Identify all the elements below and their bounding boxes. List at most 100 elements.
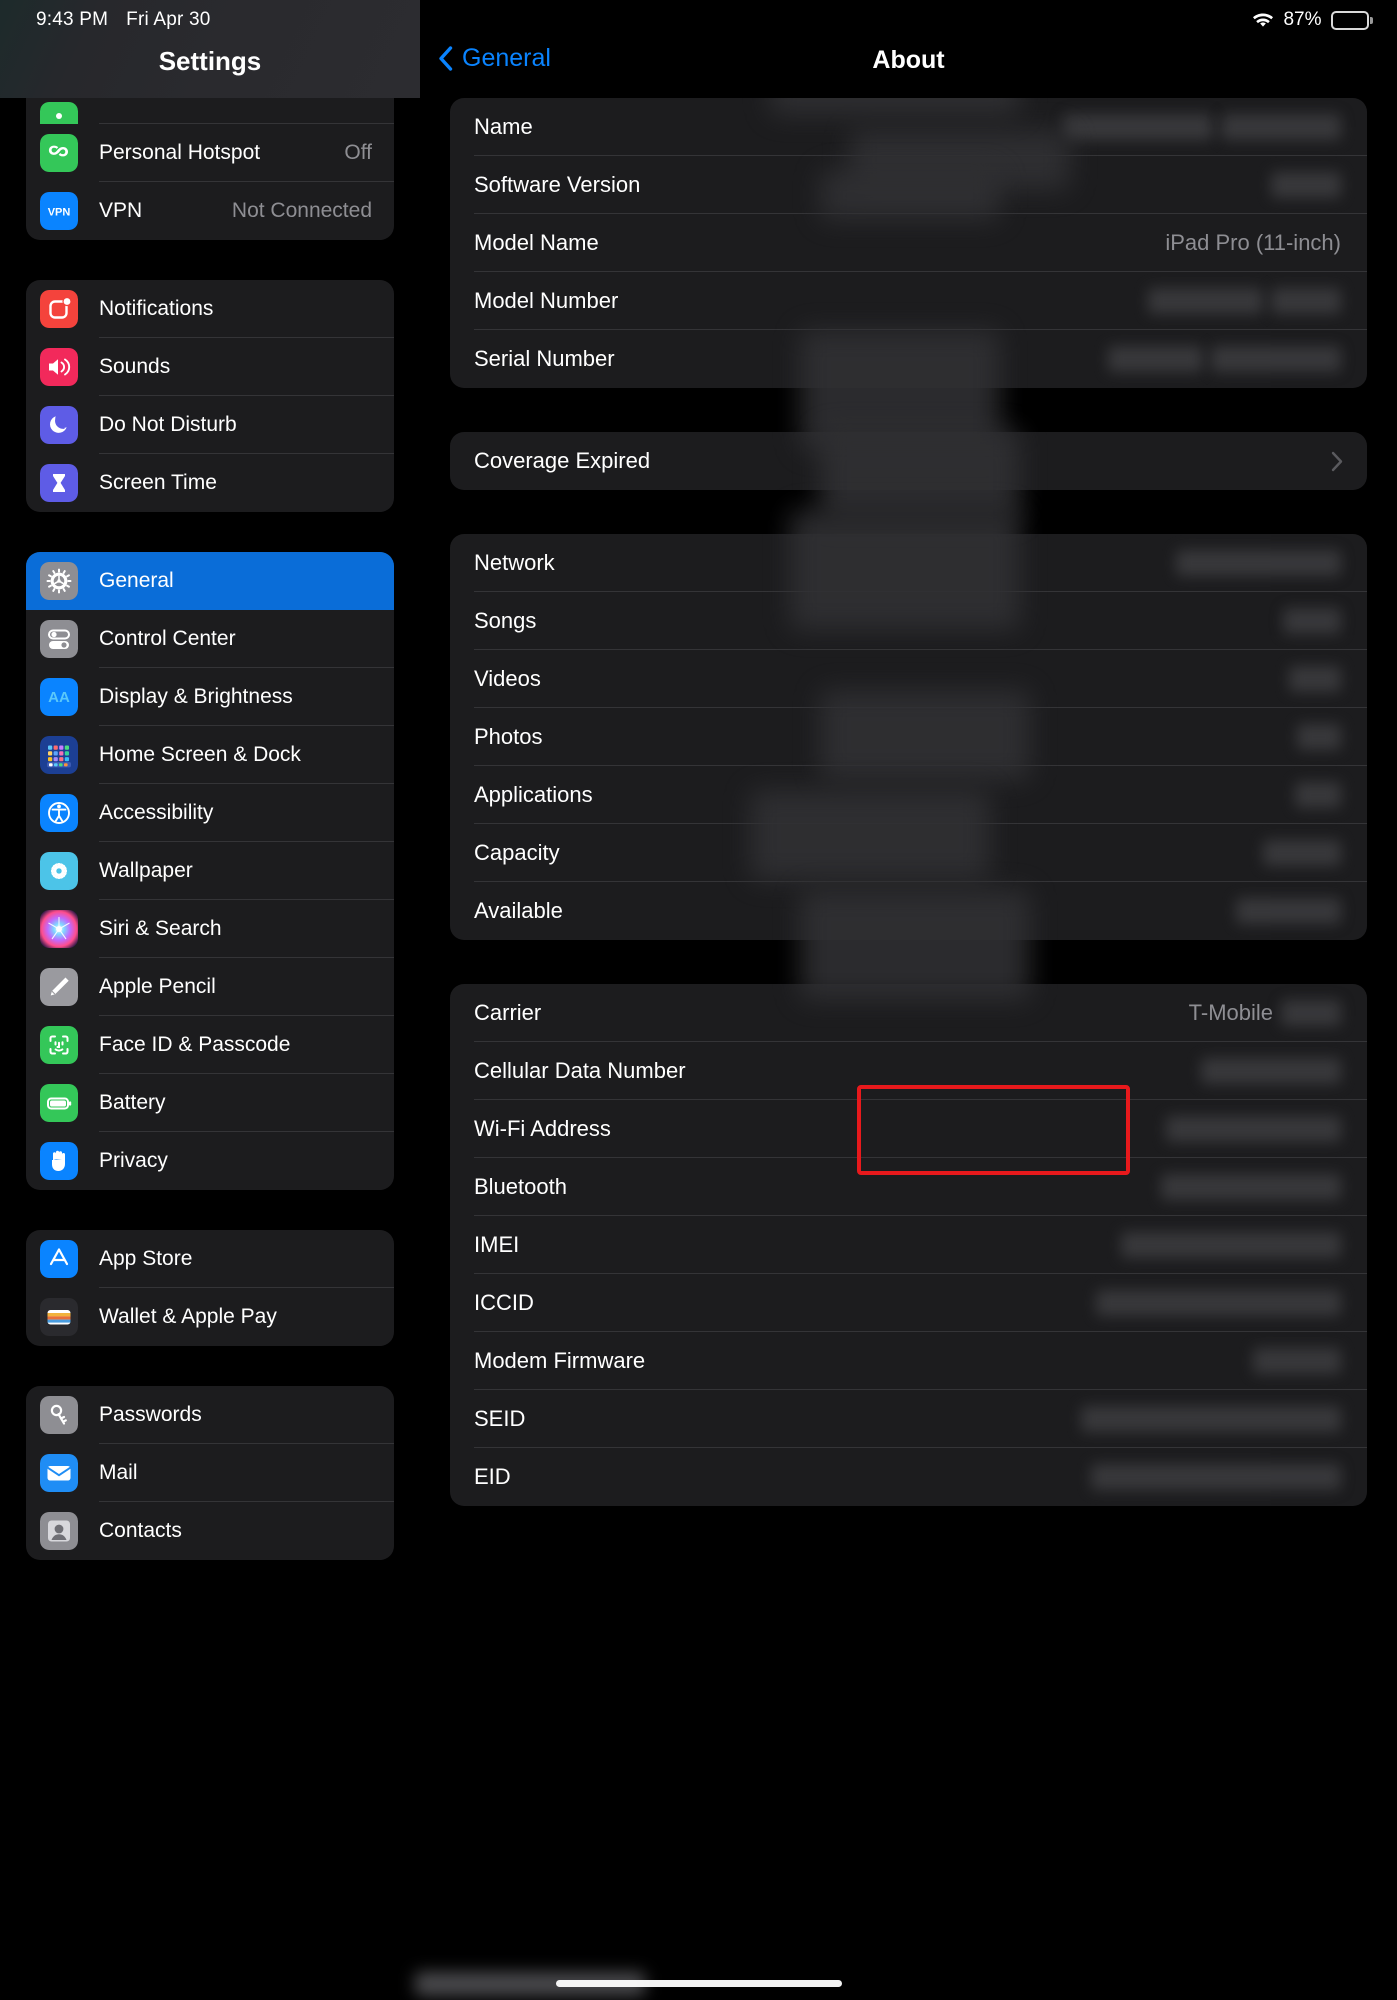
sidebar-item-label: Screen Time [99, 471, 217, 494]
sidebar-item-passwords[interactable]: Passwords [26, 1386, 394, 1444]
about-row-label: Carrier [474, 1000, 542, 1025]
about-row-value [1121, 1232, 1343, 1258]
sidebar-item-label: Contacts [99, 1519, 182, 1542]
about-list-scroll-area[interactable]: Name Software Version Model Name iPad Pro (… [420, 0, 1397, 1506]
sidebar-item-label: Sounds [99, 355, 171, 378]
sounds-icon [40, 348, 78, 386]
about-row-videos[interactable]: Videos [450, 650, 1367, 708]
sidebar-item-apple-pencil[interactable]: Apple Pencil [26, 958, 394, 1016]
about-row-available[interactable]: Available [450, 882, 1367, 940]
about-row-value [1297, 724, 1343, 750]
about-row-label: EID [474, 1464, 511, 1489]
passwords-icon [40, 1396, 78, 1434]
sidebar-item-label: Control Center [99, 627, 236, 650]
about-row-seid[interactable]: SEID [450, 1390, 1367, 1448]
sidebar-item-label: Mail [99, 1461, 138, 1484]
about-row-eid[interactable]: EID [450, 1448, 1367, 1506]
redacted-value [1281, 1000, 1341, 1026]
sidebar-item-wallet-apple-pay[interactable]: Wallet & Apple Pay [26, 1288, 394, 1346]
about-row-serial-number[interactable]: Serial Number [450, 330, 1367, 388]
sidebar-item-label: Battery [99, 1091, 166, 1114]
about-row-iccid[interactable]: ICCID [450, 1274, 1367, 1332]
sidebar-item-label: Home Screen & Dock [99, 743, 301, 766]
redacted-value [1295, 782, 1341, 808]
sidebar-item-do-not-disturb[interactable]: Do Not Disturb [26, 396, 394, 454]
wallet-icon [40, 1298, 78, 1336]
about-row-carrier[interactable]: Carrier T-Mobile [450, 984, 1367, 1042]
contacts-icon [40, 1512, 78, 1550]
sidebar-item-label: Wallet & Apple Pay [99, 1305, 277, 1328]
redacted-value [1283, 608, 1341, 634]
sidebar-scroll-area[interactable]: Personal Hotspot Off VPN VPN Not Connected No… [0, 0, 420, 2000]
sidebar-item-siri-search[interactable]: Siri & Search [26, 900, 394, 958]
about-row-capacity[interactable]: Capacity [450, 824, 1367, 882]
sidebar-item-label: Siri & Search [99, 917, 222, 940]
sidebar-item-label: Personal Hotspot [99, 141, 261, 164]
about-row-name[interactable]: Name [450, 98, 1367, 156]
about-row-cellular-data-number[interactable]: Cellular Data Number [450, 1042, 1367, 1100]
about-row-value: iPad Pro (11-inch) [1165, 230, 1343, 256]
sidebar-item-personal-hotspot[interactable]: Personal Hotspot Off [26, 124, 394, 182]
redacted-value [1121, 1232, 1341, 1258]
sidebar-item-app-store[interactable]: App Store [26, 1230, 394, 1288]
about-row-model-name[interactable]: Model Name iPad Pro (11-inch) [450, 214, 1367, 272]
about-row-value [1081, 1406, 1343, 1432]
about-row-modem-firmware[interactable]: Modem Firmware [450, 1332, 1367, 1390]
sidebar-item-face-id-passcode[interactable]: Face ID & Passcode [26, 1016, 394, 1074]
redacted-value [1176, 550, 1341, 576]
sidebar-item-general[interactable]: General [26, 552, 394, 610]
about-row-label: Applications [474, 782, 593, 807]
screen-time-icon [40, 464, 78, 502]
face-id-icon [40, 1026, 78, 1064]
gear-icon [40, 562, 78, 600]
display-brightness-icon: AA [40, 678, 78, 716]
sidebar-item-notifications[interactable]: Notifications [26, 280, 394, 338]
control-center-icon [40, 620, 78, 658]
about-group-coverage: Coverage Expired [450, 432, 1367, 490]
redacted-value [1236, 898, 1341, 924]
about-row-label: Software Version [474, 172, 641, 197]
sidebar-item-screen-time[interactable]: Screen Time [26, 454, 394, 512]
about-row-value [1166, 1116, 1343, 1142]
app-store-icon [40, 1240, 78, 1278]
about-row-imei[interactable]: IMEI [450, 1216, 1367, 1274]
sidebar-item-battery[interactable]: Battery [26, 1074, 394, 1132]
wallpaper-icon [40, 852, 78, 890]
about-group-storage-media: Network Songs Videos Photos Applications Capa… [450, 534, 1367, 940]
sidebar-item-home-screen-dock[interactable]: Home Screen & Dock [26, 726, 394, 784]
sidebar-item-sounds[interactable]: Sounds [26, 338, 394, 396]
about-row-label: Capacity [474, 840, 560, 865]
home-indicator[interactable] [0, 1980, 1397, 1987]
redacted-value [1063, 114, 1213, 140]
redacted-value [1271, 172, 1341, 198]
about-row-value [1283, 608, 1343, 634]
about-row-coverage-expired[interactable]: Coverage Expired [450, 432, 1367, 490]
redacted-value [1289, 666, 1341, 692]
about-row-label: SEID [474, 1406, 526, 1431]
about-row-label: Serial Number [474, 346, 615, 371]
about-row-model-number[interactable]: Model Number [450, 272, 1367, 330]
battery-settings-icon [40, 1084, 78, 1122]
sidebar-item-display-brightness[interactable]: AA Display & Brightness [26, 668, 394, 726]
sidebar-item-contacts[interactable]: Contacts [26, 1502, 394, 1560]
sidebar-item-vpn[interactable]: VPN VPN Not Connected [26, 182, 394, 240]
about-row-applications[interactable]: Applications [450, 766, 1367, 824]
sidebar-item-control-center[interactable]: Control Center [26, 610, 394, 668]
about-row-network[interactable]: Network [450, 534, 1367, 592]
about-row-photos[interactable]: Photos [450, 708, 1367, 766]
redacted-value [1166, 1116, 1341, 1142]
settings-sidebar: Settings Personal Hotspot Off VPN VPN Not Co… [0, 0, 420, 2000]
siri-search-icon [40, 910, 78, 948]
redacted-value [1096, 1290, 1341, 1316]
sidebar-item-accessibility[interactable]: Accessibility [26, 784, 394, 842]
sidebar-item-mail[interactable]: Mail [26, 1444, 394, 1502]
about-row-software-version[interactable]: Software Version [450, 156, 1367, 214]
notifications-icon [40, 290, 78, 328]
sidebar-title: Settings [158, 46, 262, 76]
about-row-songs[interactable]: Songs [450, 592, 1367, 650]
sidebar-item-privacy[interactable]: Privacy [26, 1132, 394, 1190]
sidebar-item-wallpaper[interactable]: Wallpaper [26, 842, 394, 900]
about-row-bluetooth[interactable]: Bluetooth [450, 1158, 1367, 1216]
about-row-label: Cellular Data Number [474, 1058, 686, 1083]
about-row-wi-fi-address[interactable]: Wi-Fi Address [450, 1100, 1367, 1158]
